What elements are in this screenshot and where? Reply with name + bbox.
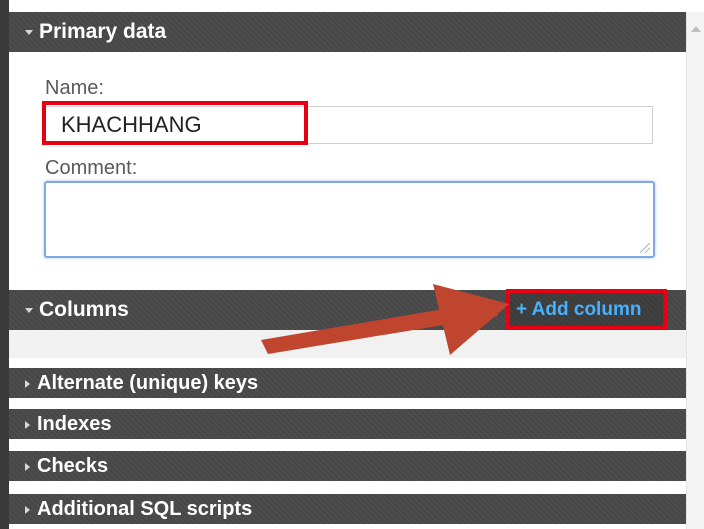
- columns-list: [9, 330, 686, 358]
- section-alternate-keys-header[interactable]: Alternate (unique) keys: [9, 368, 686, 398]
- chevron-right-icon: [25, 379, 30, 388]
- add-column-button[interactable]: + Add column: [506, 289, 667, 330]
- section-primary-data-title: Primary data: [39, 20, 167, 43]
- section-alternate-keys-title: Alternate (unique) keys: [37, 372, 259, 394]
- vertical-scrollbar[interactable]: [686, 12, 704, 529]
- name-highlight-box: [42, 101, 308, 145]
- section-additional-sql-header[interactable]: Additional SQL scripts: [9, 494, 686, 524]
- section-additional-sql-title: Additional SQL scripts: [37, 498, 253, 520]
- top-strip: [9, 0, 686, 12]
- resize-grip-icon[interactable]: [640, 243, 650, 253]
- table-properties-panel: Primary data Name: Comment: Columns + Ad…: [9, 12, 686, 529]
- comment-label: Comment:: [45, 157, 138, 179]
- section-checks-title: Checks: [37, 455, 109, 477]
- section-indexes-title: Indexes: [37, 413, 112, 435]
- chevron-right-icon: [25, 505, 30, 514]
- chevron-down-icon: [25, 29, 33, 35]
- scroll-up-icon[interactable]: [691, 26, 701, 32]
- section-columns-title: Columns: [39, 298, 129, 321]
- section-indexes-header[interactable]: Indexes: [9, 409, 686, 439]
- comment-textarea[interactable]: [44, 181, 655, 258]
- section-primary-data-header[interactable]: Primary data: [9, 12, 686, 52]
- chevron-right-icon: [25, 420, 30, 429]
- chevron-right-icon: [25, 462, 30, 471]
- section-checks-header[interactable]: Checks: [9, 451, 686, 481]
- window-left-border: [0, 0, 9, 529]
- name-label: Name:: [45, 77, 104, 99]
- chevron-down-icon: [25, 307, 33, 313]
